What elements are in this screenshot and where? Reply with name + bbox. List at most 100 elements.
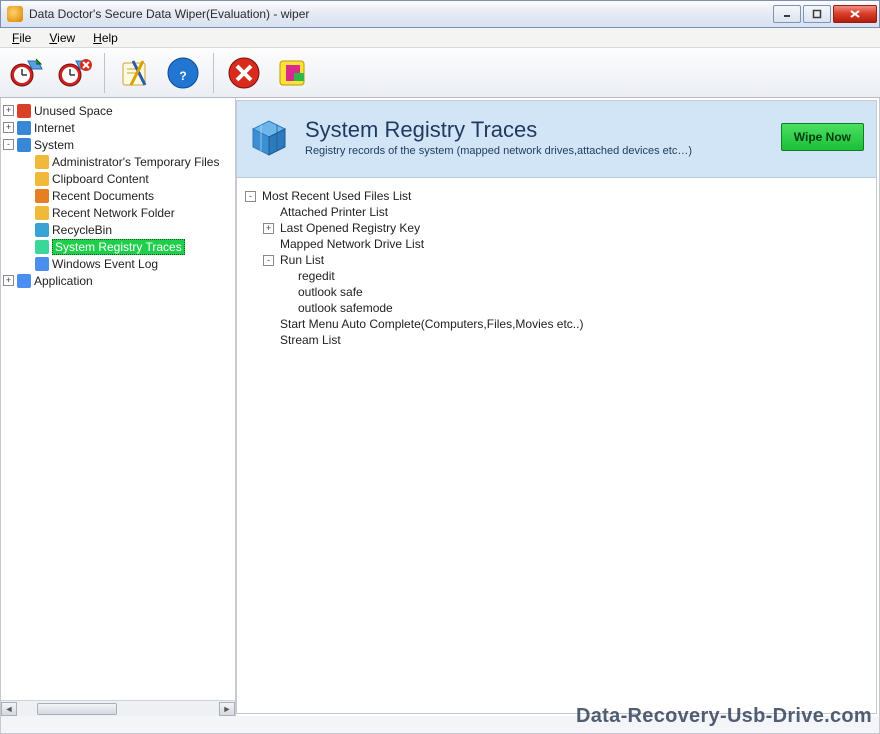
tree-item-label: Internet (34, 121, 75, 135)
tree-spacer (281, 271, 292, 282)
toolbar: ? (0, 48, 880, 98)
sidebar-item[interactable]: Recent Network Folder (3, 204, 233, 221)
tree-item-label: Administrator's Temporary Files (52, 155, 219, 169)
tree-item-icon (17, 121, 31, 135)
svg-text:?: ? (179, 69, 186, 83)
sidebar-item[interactable]: RecycleBin (3, 221, 233, 238)
section-subtitle: Registry records of the system (mapped n… (305, 145, 692, 157)
sidebar-hscrollbar[interactable]: ◄ ► (1, 700, 235, 716)
menu-view[interactable]: View (41, 29, 83, 47)
tree-item-icon (35, 240, 49, 254)
detail-item[interactable]: -Run List (245, 252, 868, 268)
detail-item-label: regedit (298, 269, 335, 283)
tree-spacer (21, 156, 32, 167)
sidebar-item[interactable]: -System (3, 136, 233, 153)
tree-expand-icon[interactable]: + (263, 223, 274, 234)
tree-item-icon (35, 223, 49, 237)
header-panel: System Registry Traces Registry records … (237, 101, 876, 178)
scroll-thumb[interactable] (37, 703, 117, 715)
help-icon: ? (165, 55, 201, 91)
clock-folder-delete-icon (56, 55, 92, 91)
registry-cube-icon (249, 115, 293, 159)
sidebar-item[interactable]: + Internet (3, 119, 233, 136)
tree-item-icon (17, 274, 31, 288)
detail-item[interactable]: -Most Recent Used Files List (245, 188, 868, 204)
tree-spacer (263, 335, 274, 346)
detail-item[interactable]: outlook safemode (245, 300, 868, 316)
refresh-icon (274, 55, 310, 91)
tools-note-icon (117, 55, 153, 91)
tree-spacer (21, 258, 32, 269)
detail-item-label: Stream List (280, 333, 341, 347)
toolbar-refresh[interactable] (270, 51, 314, 95)
tree-expand-icon[interactable]: + (3, 122, 14, 133)
tree-item-icon (35, 257, 49, 271)
tree-item-label: Application (34, 274, 93, 288)
tree-spacer (21, 207, 32, 218)
sidebar-item[interactable]: System Registry Traces (3, 238, 233, 255)
main-panel: System Registry Traces Registry records … (236, 100, 877, 714)
detail-item-label: outlook safemode (298, 301, 393, 315)
tree-spacer (21, 241, 32, 252)
toolbar-settings[interactable] (113, 51, 157, 95)
scroll-right-arrow[interactable]: ► (219, 702, 235, 716)
tree-collapse-icon[interactable]: - (3, 139, 14, 150)
maximize-button[interactable] (803, 5, 831, 23)
scroll-left-arrow[interactable]: ◄ (1, 702, 17, 716)
toolbar-separator (104, 53, 105, 93)
window-title: Data Doctor's Secure Data Wiper(Evaluati… (29, 7, 773, 21)
detail-item-label: Most Recent Used Files List (262, 189, 411, 203)
toolbar-stop[interactable] (222, 51, 266, 95)
sidebar: +Unused Space+Internet-SystemAdministrat… (1, 98, 236, 716)
sidebar-tree[interactable]: +Unused Space+Internet-SystemAdministrat… (1, 98, 235, 293)
toolbar-help[interactable]: ? (161, 51, 205, 95)
sidebar-item[interactable]: Windows Event Log (3, 255, 233, 272)
tree-item-label: System Registry Traces (52, 239, 185, 255)
stop-icon (226, 55, 262, 91)
detail-item[interactable]: Start Menu Auto Complete(Computers,Files… (245, 316, 868, 332)
detail-item-label: Run List (280, 253, 324, 267)
sidebar-item[interactable]: + Application (3, 272, 233, 289)
tree-collapse-icon[interactable]: - (263, 255, 274, 266)
detail-item-label: outlook safe (298, 285, 363, 299)
toolbar-open-scan[interactable] (4, 51, 48, 95)
sidebar-item[interactable]: +Unused Space (3, 102, 233, 119)
tree-spacer (263, 319, 274, 330)
menu-file[interactable]: File (4, 29, 39, 47)
tree-item-icon (17, 104, 31, 118)
detail-item-label: Last Opened Registry Key (280, 221, 420, 235)
tree-expand-icon[interactable]: + (3, 105, 14, 116)
detail-item[interactable]: Stream List (245, 332, 868, 348)
menu-help[interactable]: Help (85, 29, 126, 47)
toolbar-delete-scan[interactable] (52, 51, 96, 95)
tree-spacer (281, 303, 292, 314)
sidebar-item[interactable]: Recent Documents (3, 187, 233, 204)
window-buttons (773, 5, 877, 23)
tree-item-label: Recent Documents (52, 189, 154, 203)
tree-spacer (21, 224, 32, 235)
tree-spacer (263, 239, 274, 250)
section-title: System Registry Traces (305, 117, 692, 143)
sidebar-item[interactable]: Clipboard Content (3, 170, 233, 187)
sidebar-item[interactable]: Administrator's Temporary Files (3, 153, 233, 170)
toolbar-separator (213, 53, 214, 93)
detail-item[interactable]: + Last Opened Registry Key (245, 220, 868, 236)
close-button[interactable] (833, 5, 877, 23)
tree-spacer (263, 207, 274, 218)
tree-item-icon (35, 189, 49, 203)
detail-item[interactable]: Attached Printer List (245, 204, 868, 220)
app-icon (7, 6, 23, 22)
tree-collapse-icon[interactable]: - (245, 191, 256, 202)
tree-item-icon (17, 138, 31, 152)
detail-item[interactable]: Mapped Network Drive List (245, 236, 868, 252)
minimize-button[interactable] (773, 5, 801, 23)
tree-spacer (281, 287, 292, 298)
tree-expand-icon[interactable]: + (3, 275, 14, 286)
tree-spacer (21, 173, 32, 184)
clock-folder-open-icon (8, 55, 44, 91)
detail-tree[interactable]: -Most Recent Used Files ListAttached Pri… (237, 178, 876, 358)
wipe-now-button[interactable]: Wipe Now (781, 123, 864, 151)
content: +Unused Space+Internet-SystemAdministrat… (0, 98, 880, 716)
detail-item[interactable]: regedit (245, 268, 868, 284)
detail-item[interactable]: outlook safe (245, 284, 868, 300)
